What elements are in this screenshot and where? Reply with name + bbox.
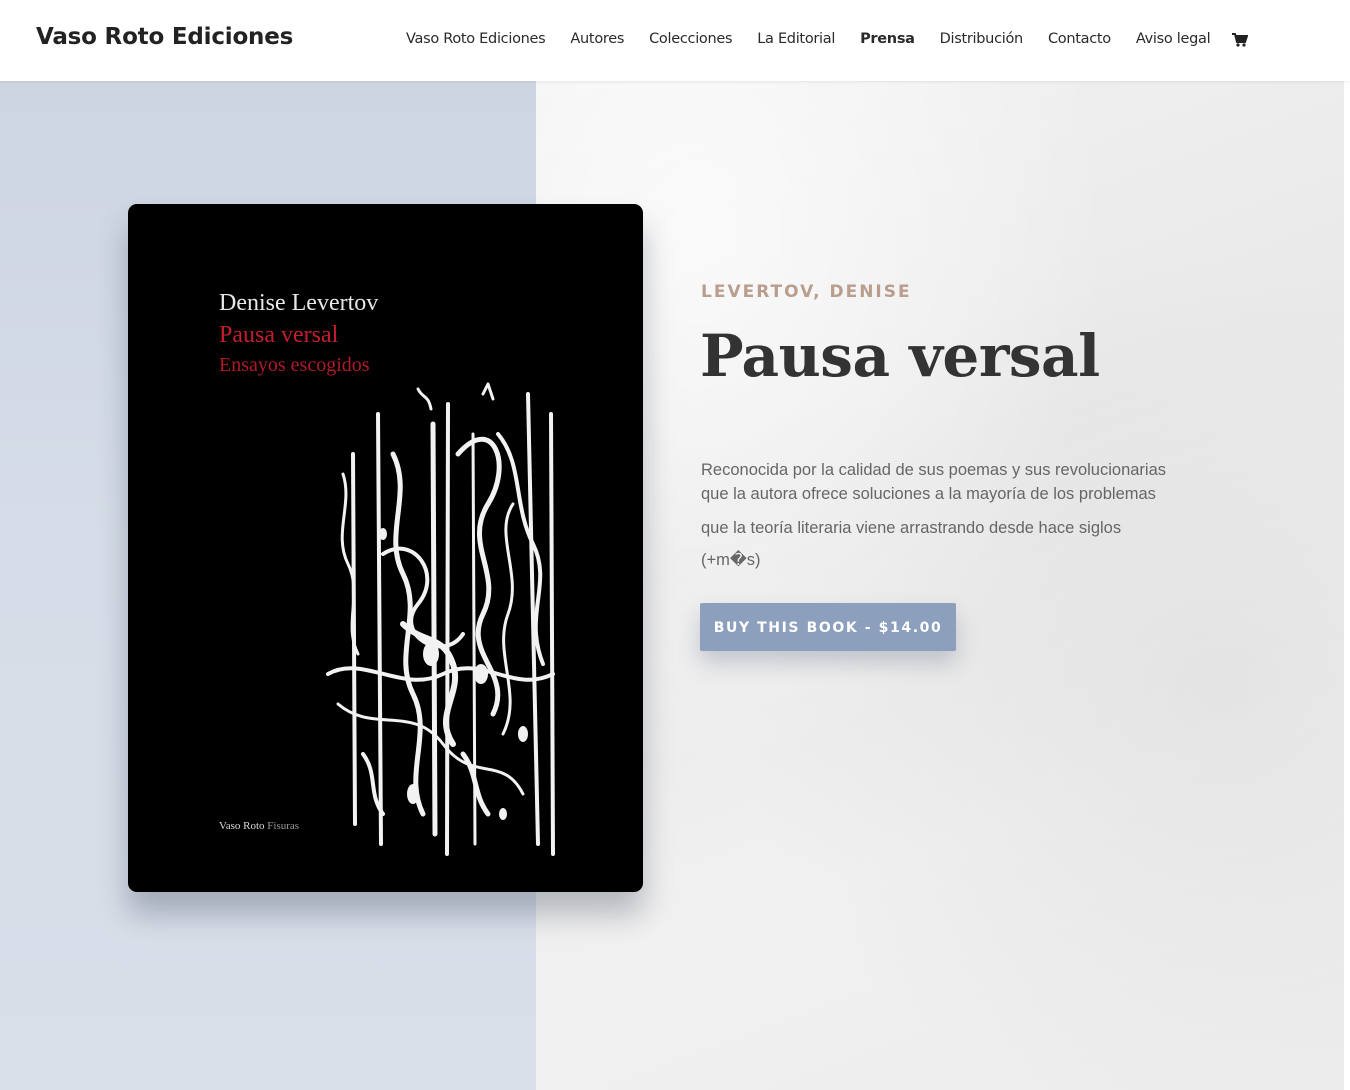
cover-imprint-series: Fisuras	[267, 820, 300, 832]
description-line-3: que la teoría literaria viene arrastrand…	[701, 519, 1122, 537]
cover-imprint-publisher: Vaso Roto	[219, 820, 265, 832]
page-edge	[1344, 81, 1350, 1090]
nav-item-autores[interactable]: Autores	[570, 31, 624, 47]
book-cover-image: Denise Levertov Pausa versal Ensayos esc…	[128, 204, 643, 892]
nav-item-la-editorial[interactable]: La Editorial	[757, 31, 835, 47]
site-title-link[interactable]: Vaso Roto Ediciones	[36, 24, 293, 50]
shopping-cart-icon[interactable]	[1232, 33, 1249, 47]
nav-item-aviso-legal[interactable]: Aviso legal	[1136, 31, 1211, 47]
nav-item-contacto[interactable]: Contacto	[1048, 31, 1111, 47]
description-line-2: que la autora ofrece soluciones a la may…	[701, 485, 1156, 503]
cover-imprint: Vaso Roto Fisuras	[219, 820, 299, 832]
book-description: Reconocida por la calidad de sus poemas …	[701, 458, 1221, 574]
buy-book-button[interactable]: BUY THIS BOOK - $14.00	[700, 603, 956, 651]
nav-item-distribucion[interactable]: Distribución	[940, 31, 1024, 47]
book-title: Pausa versal	[700, 322, 1100, 390]
site-header: Vaso Roto Ediciones Vaso Roto Ediciones …	[0, 0, 1350, 81]
cover-author: Denise Levertov	[219, 290, 379, 316]
cover-scribble-artwork	[326, 382, 555, 856]
nav-item-vaso-roto-ediciones[interactable]: Vaso Roto Ediciones	[406, 31, 546, 47]
right-background-panel	[536, 81, 1344, 1090]
nav-item-colecciones[interactable]: Colecciones	[649, 31, 732, 47]
book-author-link[interactable]: LEVERTOV, DENISE	[701, 282, 912, 302]
main-navigation: Vaso Roto Ediciones Autores Colecciones …	[406, 31, 1249, 47]
nav-item-prensa[interactable]: Prensa	[860, 31, 915, 47]
read-more-link[interactable]: (+m�s)	[701, 546, 1221, 574]
cover-title: Pausa versal	[219, 322, 339, 348]
description-line-1: Reconocida por la calidad de sus poemas …	[701, 461, 1167, 479]
